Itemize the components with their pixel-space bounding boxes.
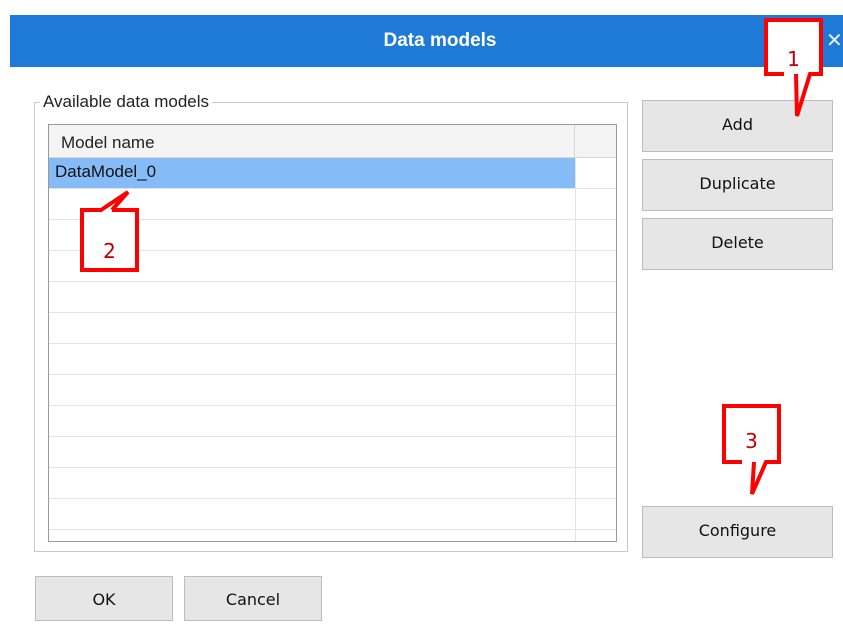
ok-button[interactable]: OK: [35, 576, 173, 621]
cancel-button[interactable]: Cancel: [184, 576, 322, 621]
title-bar: Data models: [10, 15, 843, 67]
table-row: [49, 344, 616, 375]
callout-2: 2: [80, 190, 140, 274]
group-legend: Available data models: [40, 92, 213, 112]
table-row: [49, 468, 616, 499]
grid-header: Model name: [49, 125, 616, 158]
data-models-grid[interactable]: Model name DataModel_0: [48, 124, 617, 542]
column-header-blank: [575, 125, 616, 158]
table-row: [49, 499, 616, 530]
column-divider: [575, 158, 576, 541]
callout-1: 1: [764, 18, 824, 120]
configure-button[interactable]: Configure: [642, 506, 833, 558]
duplicate-button[interactable]: Duplicate: [642, 159, 833, 211]
table-row: [49, 375, 616, 406]
table-row: [49, 282, 616, 313]
callout-2-label: 2: [103, 239, 116, 263]
table-row[interactable]: DataModel_0: [49, 158, 616, 189]
row-model-name[interactable]: DataModel_0: [55, 158, 156, 188]
callout-1-label: 1: [787, 47, 800, 71]
callout-3-label: 3: [745, 429, 758, 453]
callout-3: 3: [722, 404, 782, 496]
data-models-dialog: Data models ✕ Available data models Mode…: [0, 0, 843, 639]
close-icon[interactable]: ✕: [826, 29, 843, 51]
table-row: [49, 313, 616, 344]
table-row: [49, 406, 616, 437]
dialog-title: Data models: [383, 30, 497, 51]
column-header-model-name[interactable]: Model name: [49, 125, 575, 158]
table-row: [49, 437, 616, 468]
delete-button[interactable]: Delete: [642, 218, 833, 270]
